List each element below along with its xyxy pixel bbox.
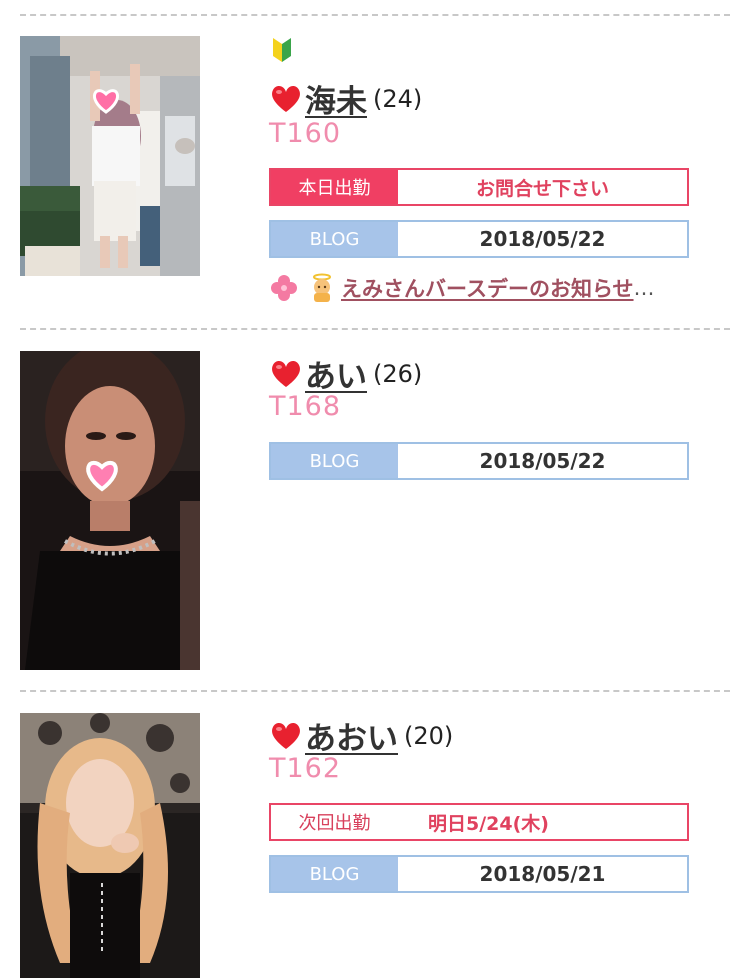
cast-age: (20) bbox=[404, 721, 454, 750]
divider bbox=[20, 328, 730, 330]
blog-box[interactable]: BLOG 2018/05/22 bbox=[269, 220, 689, 258]
divider bbox=[20, 14, 730, 16]
news-ellipsis: … bbox=[633, 276, 655, 300]
cast-height: T162 bbox=[269, 753, 342, 784]
cast-name-link[interactable]: あい bbox=[305, 359, 367, 395]
blog-label: BLOG bbox=[271, 857, 398, 891]
clover-icon bbox=[269, 273, 299, 303]
blog-date: 2018/05/22 bbox=[479, 449, 606, 473]
blog-label: BLOG bbox=[271, 444, 398, 478]
blog-date: 2018/05/21 bbox=[479, 862, 606, 886]
name-line: 海未 (24) bbox=[269, 76, 422, 120]
next-shift-value: 明日5/24(木) bbox=[428, 812, 549, 835]
blog-box[interactable]: BLOG 2018/05/22 bbox=[269, 442, 689, 480]
cast-entry: 海未 (24) T160 本日出勤 お問合せ下さい BLOG 2018/05/22 bbox=[0, 36, 749, 316]
cast-entry: あい (26) T168 BLOG 2018/05/22 bbox=[0, 351, 749, 671]
beginner-mark-icon bbox=[271, 36, 293, 64]
cast-name-link[interactable]: 海未 bbox=[305, 84, 367, 120]
news-line[interactable]: えみさんバースデーのお知らせ… bbox=[269, 272, 709, 304]
cast-photo[interactable] bbox=[20, 351, 200, 670]
shift-value: お問合せ下さい bbox=[475, 177, 609, 200]
shift-label: 本日出勤 bbox=[271, 170, 398, 204]
heart-icon bbox=[269, 358, 303, 390]
cast-name-link[interactable]: あおい bbox=[305, 721, 398, 757]
cast-photo[interactable] bbox=[20, 713, 200, 978]
divider bbox=[20, 690, 730, 692]
name-line: あい (26) bbox=[269, 351, 422, 395]
blog-box[interactable]: BLOG 2018/05/21 bbox=[269, 855, 689, 893]
cast-photo[interactable] bbox=[20, 36, 200, 276]
heart-icon bbox=[269, 720, 303, 752]
cast-height: T168 bbox=[269, 391, 342, 422]
blog-date: 2018/05/22 bbox=[479, 227, 606, 251]
baby-angel-icon bbox=[307, 273, 337, 303]
next-shift-box: 次回出勤 明日5/24(木) bbox=[269, 803, 689, 841]
today-shift-box: 本日出勤 お問合せ下さい bbox=[269, 168, 689, 206]
cast-list-page: 海未 (24) T160 本日出勤 お問合せ下さい BLOG 2018/05/22 bbox=[0, 0, 749, 978]
name-line: あおい (20) bbox=[269, 713, 453, 757]
cast-age: (24) bbox=[373, 84, 423, 113]
cast-height: T160 bbox=[269, 118, 342, 149]
blog-label: BLOG bbox=[271, 222, 398, 256]
news-title[interactable]: えみさんバースデーのお知らせ bbox=[341, 273, 634, 303]
cast-age: (26) bbox=[373, 359, 423, 388]
next-shift-label: 次回出勤 bbox=[271, 805, 398, 839]
heart-icon bbox=[269, 83, 303, 115]
cast-entry: あおい (20) T162 次回出勤 明日5/24(木) BLOG 2018/05… bbox=[0, 713, 749, 978]
